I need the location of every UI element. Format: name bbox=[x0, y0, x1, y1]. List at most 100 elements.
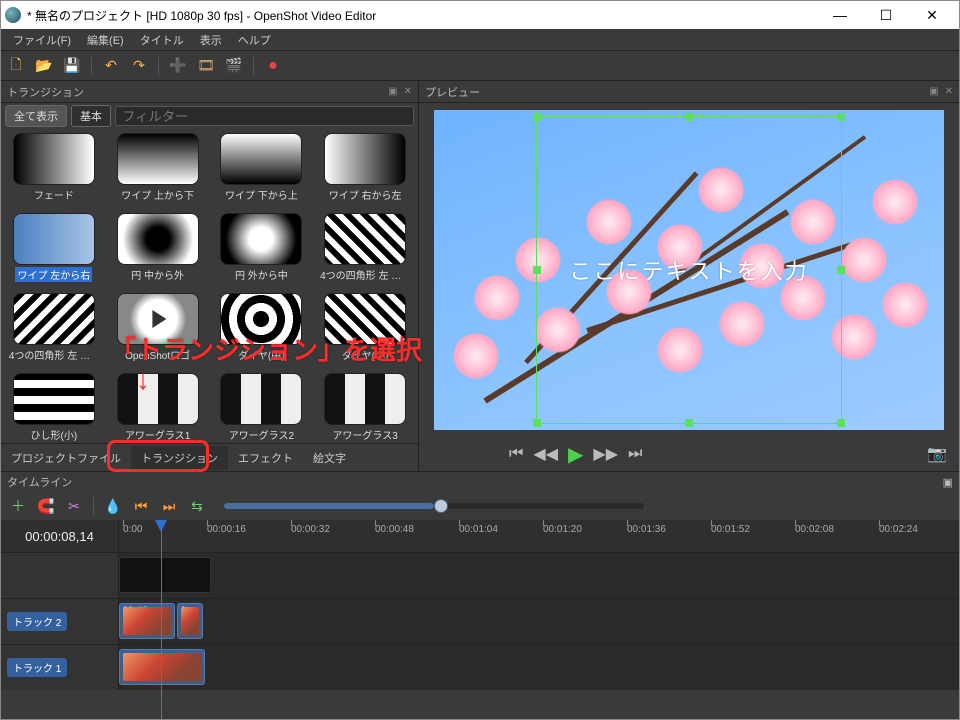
transition-item[interactable]: ダイヤ(小) bbox=[314, 293, 416, 371]
transition-item[interactable]: ワイプ 上から下 bbox=[107, 133, 209, 211]
transition-label: フェード bbox=[34, 187, 74, 202]
undock-icon[interactable]: ▣ bbox=[388, 86, 397, 97]
undock-icon[interactable]: ▣ bbox=[929, 86, 938, 97]
transition-thumb bbox=[13, 213, 95, 265]
transition-thumb bbox=[117, 373, 199, 425]
export-button[interactable]: 🎬 bbox=[223, 55, 245, 77]
menu-edit[interactable]: 編集(E) bbox=[79, 30, 132, 50]
transition-label: 円 外から中 bbox=[235, 267, 288, 282]
center-playhead-button[interactable]: ⇆ bbox=[186, 495, 208, 517]
app-icon bbox=[5, 7, 21, 23]
track-header[interactable]: トラック 2 bbox=[1, 599, 119, 644]
transition-thumb bbox=[220, 213, 302, 265]
transition-item[interactable]: アワーグラス3 bbox=[314, 373, 416, 443]
play-button[interactable]: ▶ bbox=[568, 442, 583, 467]
jump-end-button[interactable]: ⏭ bbox=[628, 445, 642, 463]
add-track-button[interactable]: ＋ bbox=[7, 495, 29, 517]
ruler-tick: 0:00 bbox=[123, 524, 142, 535]
clip[interactable] bbox=[119, 557, 211, 593]
menu-help[interactable]: ヘルプ bbox=[230, 30, 279, 50]
forward-button[interactable]: ▶▶ bbox=[593, 444, 618, 464]
snapshot-button[interactable]: 📷 bbox=[927, 444, 947, 464]
preview-viewport[interactable]: ここにテキストを入力 bbox=[419, 103, 959, 437]
zoom-slider[interactable] bbox=[224, 503, 644, 509]
playhead[interactable] bbox=[161, 520, 162, 552]
ruler-tick: 00:01:04 bbox=[459, 524, 498, 535]
clip[interactable]: 9… bbox=[177, 603, 203, 639]
minimize-button[interactable]: — bbox=[817, 1, 863, 29]
ruler-row: 00:00:08,14 0:0000:00:1600:00:3200:00:48… bbox=[1, 520, 959, 552]
panel-close-icon[interactable]: ✕ bbox=[404, 86, 412, 97]
transition-thumb bbox=[324, 293, 406, 345]
playback-controls: ⏮ ◀◀ ▶ ▶▶ ⏭ 📷 bbox=[419, 437, 959, 471]
clip[interactable]: ファッションセン… bbox=[119, 649, 205, 685]
transitions-grid[interactable]: フェード ワイプ 上から下ワイプ 下から上ワイプ 右から左ワイプ 左から右 円 中か… bbox=[1, 129, 418, 443]
jump-start-button[interactable]: ⏮ bbox=[509, 445, 523, 463]
transition-label: アワーグラス2 bbox=[229, 427, 294, 442]
menu-title[interactable]: タイトル bbox=[132, 30, 192, 50]
add-marker-button[interactable]: 💧 bbox=[102, 495, 124, 517]
close-button[interactable]: ✕ bbox=[909, 1, 955, 29]
track-header[interactable]: トラック 1 bbox=[1, 645, 119, 690]
track-lane[interactable]: 99_12…9… bbox=[119, 599, 959, 644]
transition-item[interactable]: アワーグラス1 bbox=[107, 373, 209, 443]
clip[interactable]: 99_12… bbox=[119, 603, 175, 639]
timeline-header: タイムライン ▣ bbox=[1, 472, 959, 492]
transition-item[interactable]: ワイプ 左から右 bbox=[3, 213, 105, 291]
redo-button[interactable]: ↷ bbox=[128, 55, 150, 77]
transitions-panel-header: トランジション ▣ ✕ bbox=[1, 81, 418, 103]
save-project-button[interactable]: 💾 bbox=[61, 55, 83, 77]
filter-input[interactable] bbox=[115, 106, 414, 126]
preview-frame: ここにテキストを入力 bbox=[434, 110, 944, 430]
files-button[interactable]: 🎞 bbox=[195, 55, 217, 77]
transition-label: 円 中から外 bbox=[131, 267, 184, 282]
transition-item[interactable]: アワーグラス2 bbox=[211, 373, 313, 443]
track-name: トラック 1 bbox=[7, 658, 67, 677]
transitions-panel-title: トランジション bbox=[7, 84, 84, 100]
transition-item[interactable]: 円 外から中 bbox=[211, 213, 313, 291]
transition-item[interactable]: ダイヤ(中) bbox=[211, 293, 313, 371]
track-header[interactable] bbox=[1, 553, 119, 598]
prev-marker-button[interactable]: ⏮ bbox=[130, 495, 152, 517]
tab-effects[interactable]: エフェクト bbox=[228, 446, 303, 470]
timeline-ruler[interactable]: 0:0000:00:1600:00:3200:00:4800:01:0400:0… bbox=[119, 520, 959, 552]
app-window: * 無名のプロジェクト [HD 1080p 30 fps] - OpenShot… bbox=[0, 0, 960, 720]
timeline-panel: タイムライン ▣ ＋ 🧲 ✂ 💧 ⏮ ⏭ ⇆ 00:00:08,14 0:000… bbox=[1, 471, 959, 719]
panel-close-icon[interactable]: ✕ bbox=[945, 86, 953, 97]
transition-item[interactable]: フェード bbox=[3, 133, 105, 211]
transition-label: ワイプ 左から右 bbox=[15, 267, 92, 282]
filter-all-button[interactable]: 全て表示 bbox=[5, 105, 67, 127]
snap-button[interactable]: 🧲 bbox=[35, 495, 57, 517]
transition-item[interactable]: ワイプ 下から上 bbox=[211, 133, 313, 211]
transition-thumb bbox=[324, 213, 406, 265]
rewind-button[interactable]: ◀◀ bbox=[533, 444, 558, 464]
new-project-button[interactable]: 🗋 bbox=[5, 55, 27, 77]
annotation-highlight-box bbox=[107, 440, 209, 472]
menu-file[interactable]: ファイル(F) bbox=[5, 30, 79, 50]
razor-button[interactable]: ✂ bbox=[63, 495, 85, 517]
undock-icon[interactable]: ▣ bbox=[943, 476, 953, 489]
transition-item[interactable]: ひし形(小) bbox=[3, 373, 105, 443]
transition-thumb bbox=[324, 373, 406, 425]
main-row: トランジション ▣ ✕ 全て表示 基本 フェード ワイプ 上から下ワイプ 下から上… bbox=[1, 81, 959, 471]
separator bbox=[253, 57, 254, 75]
preview-panel: プレビュー ▣ ✕ bbox=[419, 81, 959, 471]
track-lane[interactable]: ファッションセン… bbox=[119, 645, 959, 690]
open-project-button[interactable]: 📂 bbox=[33, 55, 55, 77]
record-button[interactable]: ● bbox=[262, 55, 284, 77]
maximize-button[interactable]: ☐ bbox=[863, 1, 909, 29]
transition-item[interactable]: 4つの四角形 左 バー bbox=[314, 213, 416, 291]
import-button[interactable]: ➕ bbox=[167, 55, 189, 77]
transition-label: 4つの四角形 左 バー bbox=[320, 267, 410, 282]
filter-basic-button[interactable]: 基本 bbox=[71, 105, 111, 127]
menu-view[interactable]: 表示 bbox=[192, 30, 230, 50]
transition-item[interactable]: 円 中から外 bbox=[107, 213, 209, 291]
transition-item[interactable]: OpenShotロゴ bbox=[107, 293, 209, 371]
ruler-tick: 00:01:20 bbox=[543, 524, 582, 535]
undo-button[interactable]: ↶ bbox=[100, 55, 122, 77]
transition-item[interactable]: ワイプ 右から左 bbox=[314, 133, 416, 211]
tab-emoji[interactable]: 絵文字 bbox=[303, 446, 356, 470]
next-marker-button[interactable]: ⏭ bbox=[158, 495, 180, 517]
track-lane[interactable] bbox=[119, 553, 959, 598]
transition-item[interactable]: 4つの四角形 左 バー bbox=[3, 293, 105, 371]
